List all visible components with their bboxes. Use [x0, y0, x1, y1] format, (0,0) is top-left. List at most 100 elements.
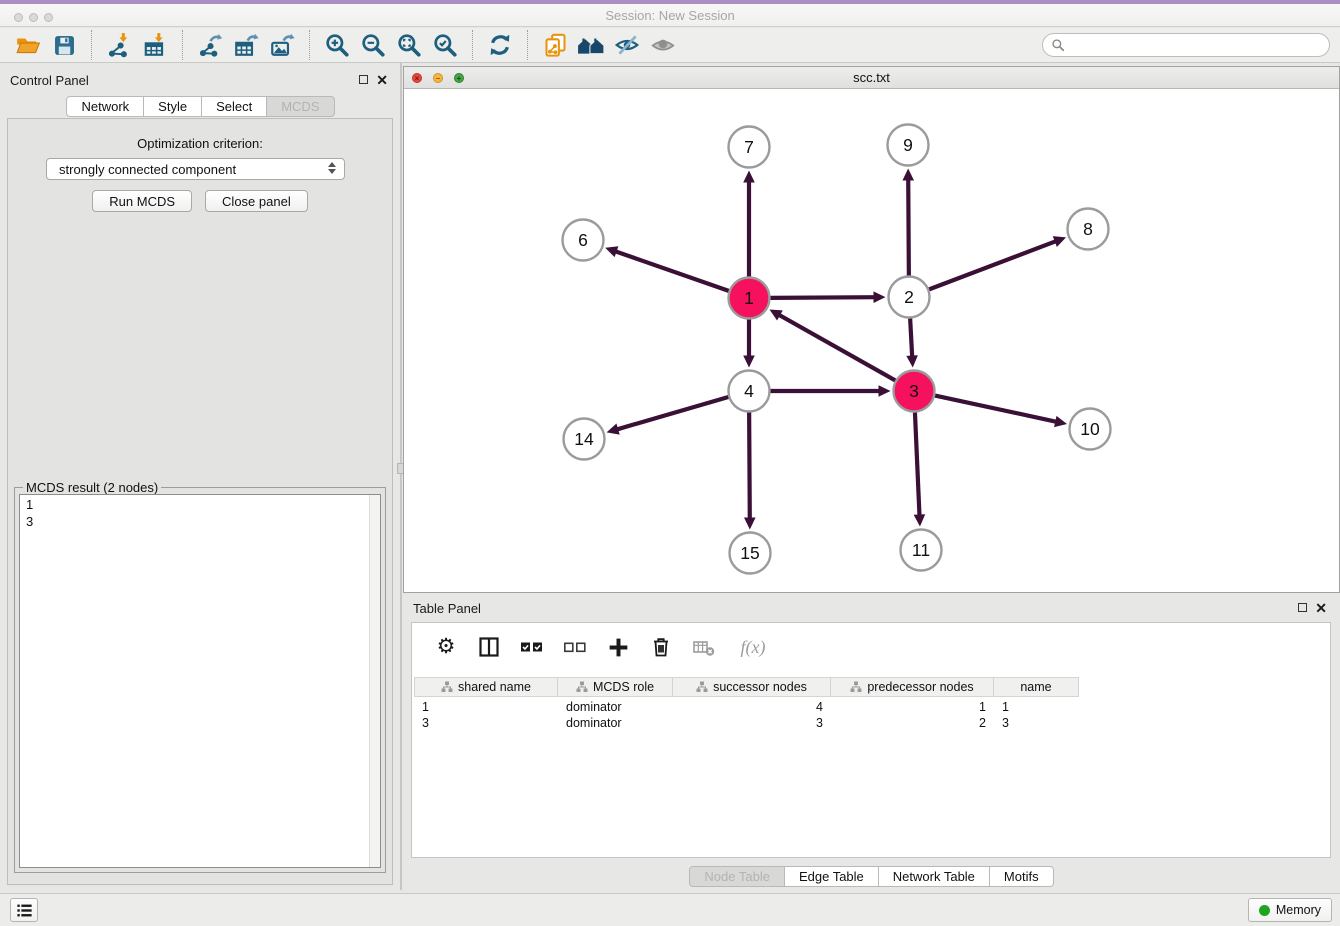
graph-edge-4-15[interactable]	[749, 412, 750, 520]
graph-node-label-4: 4	[744, 381, 754, 401]
graph-edge-3-10[interactable]	[935, 396, 1058, 423]
graph-edge-3-11[interactable]	[915, 412, 920, 517]
column-header-predecessor-nodes[interactable]: predecessor nodes	[831, 677, 994, 697]
tab-network-table[interactable]: Network Table	[879, 866, 990, 887]
table-row[interactable]: 1 dominator 4 1 1	[414, 699, 1079, 715]
network-graph[interactable]: 1234678910111415	[404, 90, 1339, 593]
graph-node-label-14: 14	[574, 429, 594, 449]
mcds-result-text[interactable]: 1 3	[19, 494, 381, 868]
table-panel-header: Table Panel ✕	[403, 599, 1340, 619]
memory-button[interactable]: Memory	[1248, 898, 1332, 922]
control-panel-tabs: Network Style Select MCDS	[0, 96, 401, 117]
select-all-button[interactable]	[518, 633, 546, 661]
graph-edge-arrowhead	[607, 424, 620, 435]
main-toolbar	[0, 28, 1340, 63]
column-header-successor-nodes[interactable]: successor nodes	[673, 677, 831, 697]
column-header-shared-name[interactable]: shared name	[414, 677, 558, 697]
search-input[interactable]	[1065, 38, 1321, 52]
graph-node-label-11: 11	[912, 540, 930, 560]
graph-edge-2-8[interactable]	[929, 241, 1058, 290]
deselect-all-button[interactable]	[561, 633, 589, 661]
zoom-in-icon	[324, 32, 350, 58]
network-window-titlebar: × − + scc.txt	[404, 67, 1339, 89]
eye-icon	[650, 32, 676, 58]
close-panel-icon[interactable]: ✕	[376, 71, 388, 89]
optimization-select-value: strongly connected component	[59, 162, 236, 177]
tab-mcds[interactable]: MCDS	[267, 96, 334, 117]
open-session-button[interactable]	[10, 29, 46, 61]
checked-boxes-icon	[520, 635, 544, 659]
column-header-mcds-role[interactable]: MCDS role	[558, 677, 673, 697]
function-builder-button[interactable]: f(x)	[733, 633, 773, 661]
delete-table-button[interactable]	[690, 633, 718, 661]
export-image-button[interactable]	[264, 29, 300, 61]
graph-node-label-10: 10	[1080, 419, 1100, 439]
network-canvas[interactable]: 1234678910111415	[404, 90, 1339, 592]
graph-node-label-2: 2	[904, 287, 914, 307]
delete-row-button[interactable]	[647, 633, 675, 661]
graph-edge-arrowhead	[902, 168, 914, 180]
graph-edge-1-2[interactable]	[770, 297, 876, 298]
show-panel-button[interactable]	[645, 29, 681, 61]
table-panel-body: ⚙	[411, 622, 1331, 858]
toolbar-separator	[182, 30, 183, 60]
graph-edge-2-9[interactable]	[908, 177, 909, 275]
tab-select[interactable]: Select	[202, 96, 267, 117]
table-settings-button[interactable]: ⚙	[432, 633, 460, 661]
application-window: Session: New Session	[0, 0, 1340, 926]
toolbar-separator	[472, 30, 473, 60]
result-scrollbar[interactable]	[369, 495, 380, 867]
import-table-button[interactable]	[137, 29, 173, 61]
save-session-button[interactable]	[46, 29, 82, 61]
graph-edge-arrowhead	[743, 356, 755, 368]
add-row-button[interactable]	[604, 633, 632, 661]
zoom-out-button[interactable]	[355, 29, 391, 61]
graph-edge-3-1[interactable]	[777, 314, 895, 380]
optimization-select[interactable]: strongly connected component	[46, 158, 345, 180]
graph-node-label-3: 3	[909, 381, 919, 401]
duplicate-network-button[interactable]	[537, 29, 573, 61]
toolbar-separator	[309, 30, 310, 60]
tab-motifs[interactable]: Motifs	[990, 866, 1054, 887]
save-icon	[52, 33, 77, 58]
task-history-button[interactable]	[10, 898, 38, 922]
table-row[interactable]: 3 dominator 3 2 3	[414, 715, 1079, 731]
export-network-button[interactable]	[192, 29, 228, 61]
tab-network[interactable]: Network	[66, 96, 144, 117]
graph-edge-1-6[interactable]	[614, 251, 729, 291]
export-table-icon	[233, 32, 259, 58]
export-table-button[interactable]	[228, 29, 264, 61]
close-table-panel-icon[interactable]: ✕	[1315, 599, 1327, 617]
float-table-panel-icon[interactable]	[1298, 603, 1307, 612]
split-columns-button[interactable]	[475, 633, 503, 661]
refresh-layout-button[interactable]	[482, 29, 518, 61]
tab-edge-table[interactable]: Edge Table	[785, 866, 879, 887]
show-all-networks-button[interactable]	[573, 29, 609, 61]
graph-edge-4-14[interactable]	[615, 397, 728, 430]
tab-style[interactable]: Style	[144, 96, 202, 117]
graph-edge-arrowhead	[1054, 416, 1067, 427]
panel-divider[interactable]	[400, 63, 402, 890]
graph-node-label-6: 6	[578, 230, 588, 250]
graph-edge-2-3[interactable]	[910, 318, 912, 358]
zoom-fit-button[interactable]	[391, 29, 427, 61]
zoom-in-button[interactable]	[319, 29, 355, 61]
import-network-button[interactable]	[101, 29, 137, 61]
zoom-selected-button[interactable]	[427, 29, 463, 61]
eye-slash-icon	[614, 32, 640, 58]
hide-panel-button[interactable]	[609, 29, 645, 61]
close-panel-button[interactable]: Close panel	[205, 190, 308, 212]
select-stepper-icon	[328, 162, 336, 174]
graph-edge-arrowhead	[605, 246, 618, 257]
float-panel-icon[interactable]	[359, 75, 368, 84]
column-header-name[interactable]: name	[994, 677, 1079, 697]
zoom-selected-icon	[432, 32, 458, 58]
graph-node-label-8: 8	[1083, 219, 1093, 239]
mcds-result-group: MCDS result (2 nodes) 1 3	[14, 487, 386, 873]
home-icon	[577, 32, 605, 58]
control-panel: Control Panel ✕ Network Style Select MCD…	[0, 63, 401, 890]
duplicate-network-icon	[542, 32, 569, 59]
tab-node-table[interactable]: Node Table	[689, 866, 785, 887]
hierarchy-icon	[441, 681, 453, 693]
run-mcds-button[interactable]: Run MCDS	[92, 190, 192, 212]
